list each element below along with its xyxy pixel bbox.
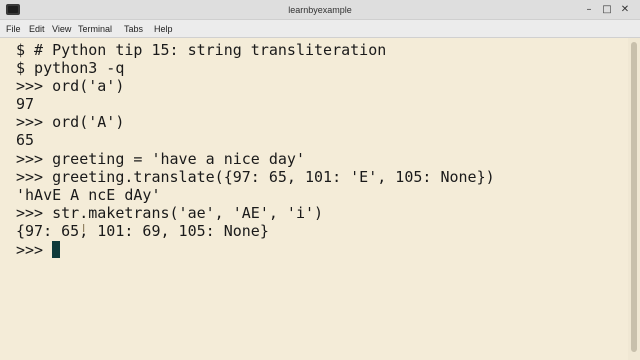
terminal-line: >>> ord('a') bbox=[16, 77, 125, 95]
terminal-line: 65 bbox=[16, 131, 35, 149]
close-button[interactable]: ✕ bbox=[618, 3, 632, 17]
terminal-line: {97: 65, 101: 69, 105: None} bbox=[16, 222, 269, 240]
menu-tabs[interactable]: Tabs bbox=[124, 20, 143, 38]
terminal-prompt-line: >>> bbox=[16, 241, 53, 259]
terminal-line: >>> greeting = 'have a nice day' bbox=[16, 150, 305, 168]
text-cursor bbox=[52, 241, 60, 258]
menu-file[interactable]: File bbox=[6, 20, 21, 38]
menu-view[interactable]: View bbox=[52, 20, 71, 38]
menu-terminal[interactable]: Terminal bbox=[78, 20, 112, 38]
terminal-line: 'hAvE A ncE dAy' bbox=[16, 186, 161, 204]
title-bar[interactable]: learnbyexample – □ ✕ bbox=[0, 0, 640, 20]
window-title: learnbyexample bbox=[288, 5, 352, 15]
menu-bar: File Edit View Terminal Tabs Help bbox=[0, 20, 640, 38]
menu-edit[interactable]: Edit bbox=[29, 20, 45, 38]
terminal-window: learnbyexample – □ ✕ File Edit View Term… bbox=[0, 0, 640, 360]
terminal-output[interactable]: $ # Python tip 15: string transliteratio… bbox=[0, 38, 628, 360]
terminal-line: >>> greeting.translate({97: 65, 101: 'E'… bbox=[16, 168, 495, 186]
terminal-line: 97 bbox=[16, 95, 35, 113]
mouse-ibeam-icon: I bbox=[82, 222, 86, 235]
terminal-line: $ # Python tip 15: string transliteratio… bbox=[16, 41, 387, 59]
terminal-line: $ python3 -q bbox=[16, 59, 125, 77]
minimize-button[interactable]: – bbox=[582, 3, 596, 17]
vertical-scrollbar[interactable] bbox=[628, 38, 640, 360]
maximize-button[interactable]: □ bbox=[600, 3, 614, 17]
terminal-line: >>> ord('A') bbox=[16, 113, 125, 131]
menu-help[interactable]: Help bbox=[154, 20, 173, 38]
scrollbar-thumb[interactable] bbox=[631, 42, 637, 352]
terminal-line: >>> str.maketrans('ae', 'AE', 'i') bbox=[16, 204, 324, 222]
